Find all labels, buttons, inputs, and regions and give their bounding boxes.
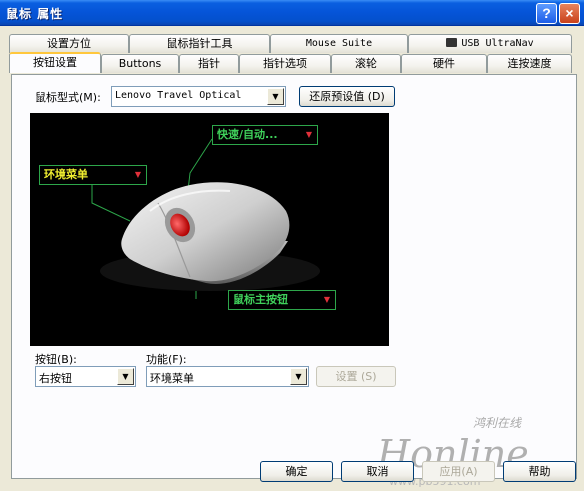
callout-bottom-label: 鼠标主按钮 (233, 293, 288, 306)
cancel-button[interactable]: 取消 (341, 461, 414, 482)
chevron-down-icon[interactable]: ▼ (267, 88, 284, 105)
callout-left-label: 环境菜单 (44, 168, 88, 181)
function-select[interactable]: 环境菜单 ▼ (146, 366, 309, 387)
callout-top-label: 快速/自动... (217, 128, 278, 141)
tab-orientation[interactable]: 设置方位 (9, 34, 129, 53)
title-bar: 鼠标 属性 ? × (0, 0, 584, 26)
ok-button[interactable]: 确定 (260, 461, 333, 482)
mouse-illustration: 快速/自动... ▼ 环境菜单 ▼ 鼠标主按钮 ▼ (30, 113, 389, 346)
restore-defaults-button[interactable]: 还原预设值 (D) (299, 86, 395, 107)
tab-usb-ultranav[interactable]: USB UltraNav (408, 34, 572, 53)
tab-usb-ultranav-label: USB UltraNav (461, 38, 534, 49)
function-select-value: 环境菜单 (150, 372, 194, 385)
close-icon[interactable]: × (559, 3, 580, 24)
tab-pointer-tools[interactable]: 鼠标指针工具 (129, 34, 270, 53)
tab-hardware[interactable]: 硬件 (401, 54, 487, 73)
window-title: 鼠标 属性 (6, 7, 64, 21)
button-label: 按钮(B): (35, 353, 77, 366)
apply-button[interactable]: 应用(A) (422, 461, 495, 482)
button-select-value: 右按钮 (39, 372, 72, 385)
chevron-down-icon[interactable]: ▼ (290, 368, 307, 385)
settings-button[interactable]: 设置 (S) (316, 366, 396, 387)
dropdown-arrow-icon: ▼ (305, 130, 312, 139)
dropdown-arrow-icon: ▼ (323, 295, 330, 304)
callout-bottom-select[interactable]: 鼠标主按钮 ▼ (228, 290, 336, 310)
tab-pointer-options[interactable]: 指针选项 (239, 54, 331, 73)
tab-pointer[interactable]: 指针 (179, 54, 239, 73)
tab-wheel[interactable]: 滚轮 (331, 54, 401, 73)
function-label: 功能(F): (146, 353, 187, 366)
tab-double-click-speed[interactable]: 连按速度 (487, 54, 572, 73)
mouse-type-label: 鼠标型式(M): (35, 91, 101, 104)
dialog-body: 设置方位 鼠标指针工具 Mouse Suite USB UltraNav 按钮设… (3, 27, 581, 488)
tab-mouse-suite[interactable]: Mouse Suite (270, 34, 408, 53)
button-select[interactable]: 右按钮 ▼ (35, 366, 136, 387)
mouse-type-select[interactable]: Lenovo Travel Optical ▼ (111, 86, 286, 107)
callout-left-select[interactable]: 环境菜单 ▼ (39, 165, 147, 185)
mouse-image (91, 138, 320, 299)
help-button[interactable]: 帮助 (503, 461, 576, 482)
usb-icon (446, 38, 458, 47)
chevron-down-icon[interactable]: ▼ (117, 368, 134, 385)
callout-top-select[interactable]: 快速/自动... ▼ (212, 125, 318, 145)
dropdown-arrow-icon: ▼ (134, 170, 141, 179)
help-icon[interactable]: ? (536, 3, 557, 24)
mouse-type-value: Lenovo Travel Optical (115, 90, 242, 101)
tab-buttons[interactable]: Buttons (101, 54, 179, 73)
tab-button-settings[interactable]: 按钮设置 (9, 52, 101, 73)
